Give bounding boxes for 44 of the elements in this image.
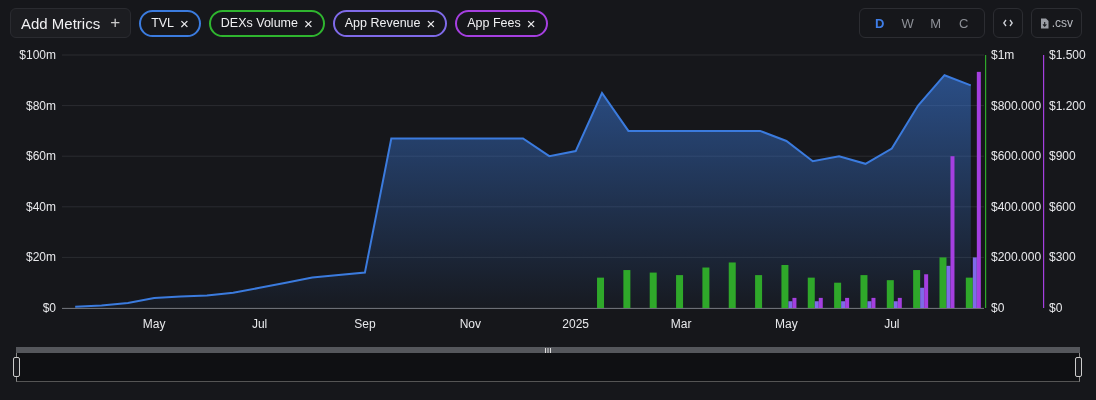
x-axis-label: Jul <box>251 317 268 331</box>
range-slider[interactable] <box>16 347 1080 382</box>
fees-axis-label: $0 <box>1049 301 1063 315</box>
volume-axis-label: $400.000 <box>991 199 1042 214</box>
y-axis-label: $0 <box>42 301 56 315</box>
x-axis-label: May <box>142 317 166 331</box>
volume-axis-label: $800.000 <box>991 98 1042 113</box>
y-axis-label: $20m <box>25 250 56 265</box>
volume-axis-label: $200.000 <box>991 250 1042 265</box>
slider-handle[interactable] <box>13 357 20 377</box>
metric-chip[interactable]: App Revenue × <box>332 9 448 37</box>
metric-chip[interactable]: App Fees × <box>455 9 548 37</box>
x-axis-label: Nov <box>459 317 481 331</box>
interval-tab[interactable]: D <box>865 15 894 31</box>
x-axis-label: 2025 <box>562 317 590 331</box>
grip-icon <box>545 347 551 353</box>
x-axis-label: Mar <box>670 317 692 331</box>
fees-axis-label: $300 <box>1049 250 1076 265</box>
interval-tab[interactable]: M <box>921 15 950 31</box>
add-metrics-button[interactable]: Add Metrics + <box>10 8 132 38</box>
fees-axis-label: $600 <box>1049 199 1076 214</box>
y-axis-label: $80m <box>25 98 56 113</box>
slider-handle[interactable] <box>1075 357 1082 377</box>
file-download-icon <box>1039 17 1049 29</box>
fees-axis-label: $1.500 <box>1049 48 1086 62</box>
code-icon <box>1002 19 1013 27</box>
y-axis-label: $40m <box>25 199 56 214</box>
x-axis-label: Jul <box>884 317 900 331</box>
metric-chip[interactable]: DEXs Volume × <box>208 9 325 37</box>
embed-button[interactable] <box>992 8 1023 38</box>
x-axis-label: Sep <box>354 317 376 331</box>
csv-download-button[interactable]: .csv <box>1030 8 1082 38</box>
fees-axis-label: $900 <box>1049 149 1076 164</box>
volume-axis-label: $1m <box>991 48 1015 62</box>
fees-axis-label: $1.200 <box>1049 98 1086 113</box>
interval-tab[interactable]: W <box>893 15 922 31</box>
y-axis-label: $60m <box>25 149 56 164</box>
interval-tab[interactable]: C <box>949 15 978 31</box>
x-axis-label: May <box>775 317 798 331</box>
y-axis-label: $100m <box>19 48 56 62</box>
range-slider-bar[interactable] <box>16 347 1080 353</box>
metric-chip[interactable]: TVL × <box>139 9 201 37</box>
volume-axis-label: $600.000 <box>991 149 1042 164</box>
volume-axis-label: $0 <box>991 301 1005 315</box>
